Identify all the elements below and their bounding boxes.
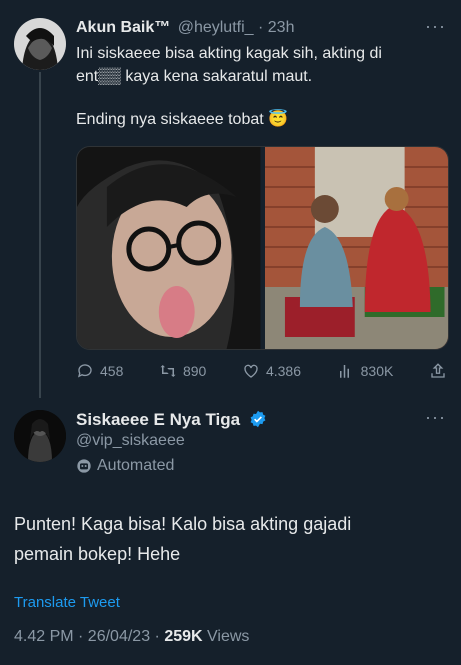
media-photo-left[interactable] [77, 147, 261, 349]
views-icon [339, 365, 349, 378]
tweet2-handle[interactable]: @vip_siskaeee [76, 432, 185, 450]
automated-label: Automated [97, 457, 175, 474]
tweet2-text-line1: Punten! Kaga bisa! Kalo bisa akting gaja… [14, 514, 352, 534]
retweet-icon [160, 365, 176, 377]
tweet1-text: Ini siskaeee bisa akting kagak sih, akti… [76, 42, 382, 131]
dot-separator: · [253, 19, 268, 36]
robot-icon [77, 459, 91, 473]
thread-connector-line [39, 72, 41, 398]
translate-tweet-link[interactable]: Translate Tweet [14, 594, 120, 611]
tweet1-display-name[interactable]: Akun Baik™ [76, 19, 170, 36]
reply-icon [77, 364, 92, 378]
more-icon[interactable]: ··· [425, 16, 446, 37]
tweet1-action-bar: 458 890 4.386 830K [76, 360, 447, 382]
retweet-count: 890 [182, 363, 207, 379]
tweet1-media[interactable] [76, 146, 449, 350]
share-button[interactable] [429, 362, 447, 380]
tweet2-timestamp[interactable]: 4.42 PM · 26/04/23 · [14, 628, 164, 645]
tweet2-text: Punten! Kaga bisa! Kalo bisa akting gaja… [14, 509, 351, 569]
tweet1-text-line3: Ending nya siskaeee tobat 😇 [76, 111, 289, 128]
retweet-button[interactable]: 890 [159, 362, 206, 380]
reply-button[interactable]: 458 [76, 362, 123, 380]
media-photo-right[interactable] [264, 147, 448, 349]
like-icon [244, 364, 258, 378]
like-count: 4.386 [265, 363, 302, 379]
views-count: 830K [360, 363, 394, 379]
tweet1-text-line1: Ini siskaeee bisa akting kagak sih, akti… [76, 45, 382, 62]
tweet2-views-count: 259K [164, 628, 203, 645]
tweet2-views-label: Views [202, 628, 250, 645]
share-icon [431, 363, 445, 378]
tweet2-header: Siskaeee E Nya Tiga [76, 410, 267, 430]
tweet2-meta: 4.42 PM · 26/04/23 · 259K Views [14, 628, 249, 646]
tweet1-header: Akun Baik™ @heylutfi_ · 23h [76, 19, 294, 37]
automated-badge: Automated [76, 457, 174, 475]
views-button[interactable]: 830K [337, 362, 394, 380]
tweet1-time[interactable]: 23h [268, 19, 295, 36]
avatar-siskaeee[interactable] [14, 410, 66, 462]
more-icon[interactable]: ··· [425, 407, 446, 428]
tweet2-text-line2: pemain bokep! Hehe [14, 544, 181, 564]
tweet1-handle[interactable]: @heylutfi_ [178, 19, 254, 36]
verified-icon [250, 410, 266, 428]
avatar-akun-baik[interactable] [14, 18, 66, 70]
reply-count: 458 [100, 363, 124, 379]
like-button[interactable]: 4.386 [242, 362, 301, 380]
tweet2-display-name[interactable]: Siskaeee E Nya Tiga [76, 410, 240, 429]
tweet1-text-line2: ent▒▒ kaya kena sakaratul maut. [76, 68, 313, 85]
